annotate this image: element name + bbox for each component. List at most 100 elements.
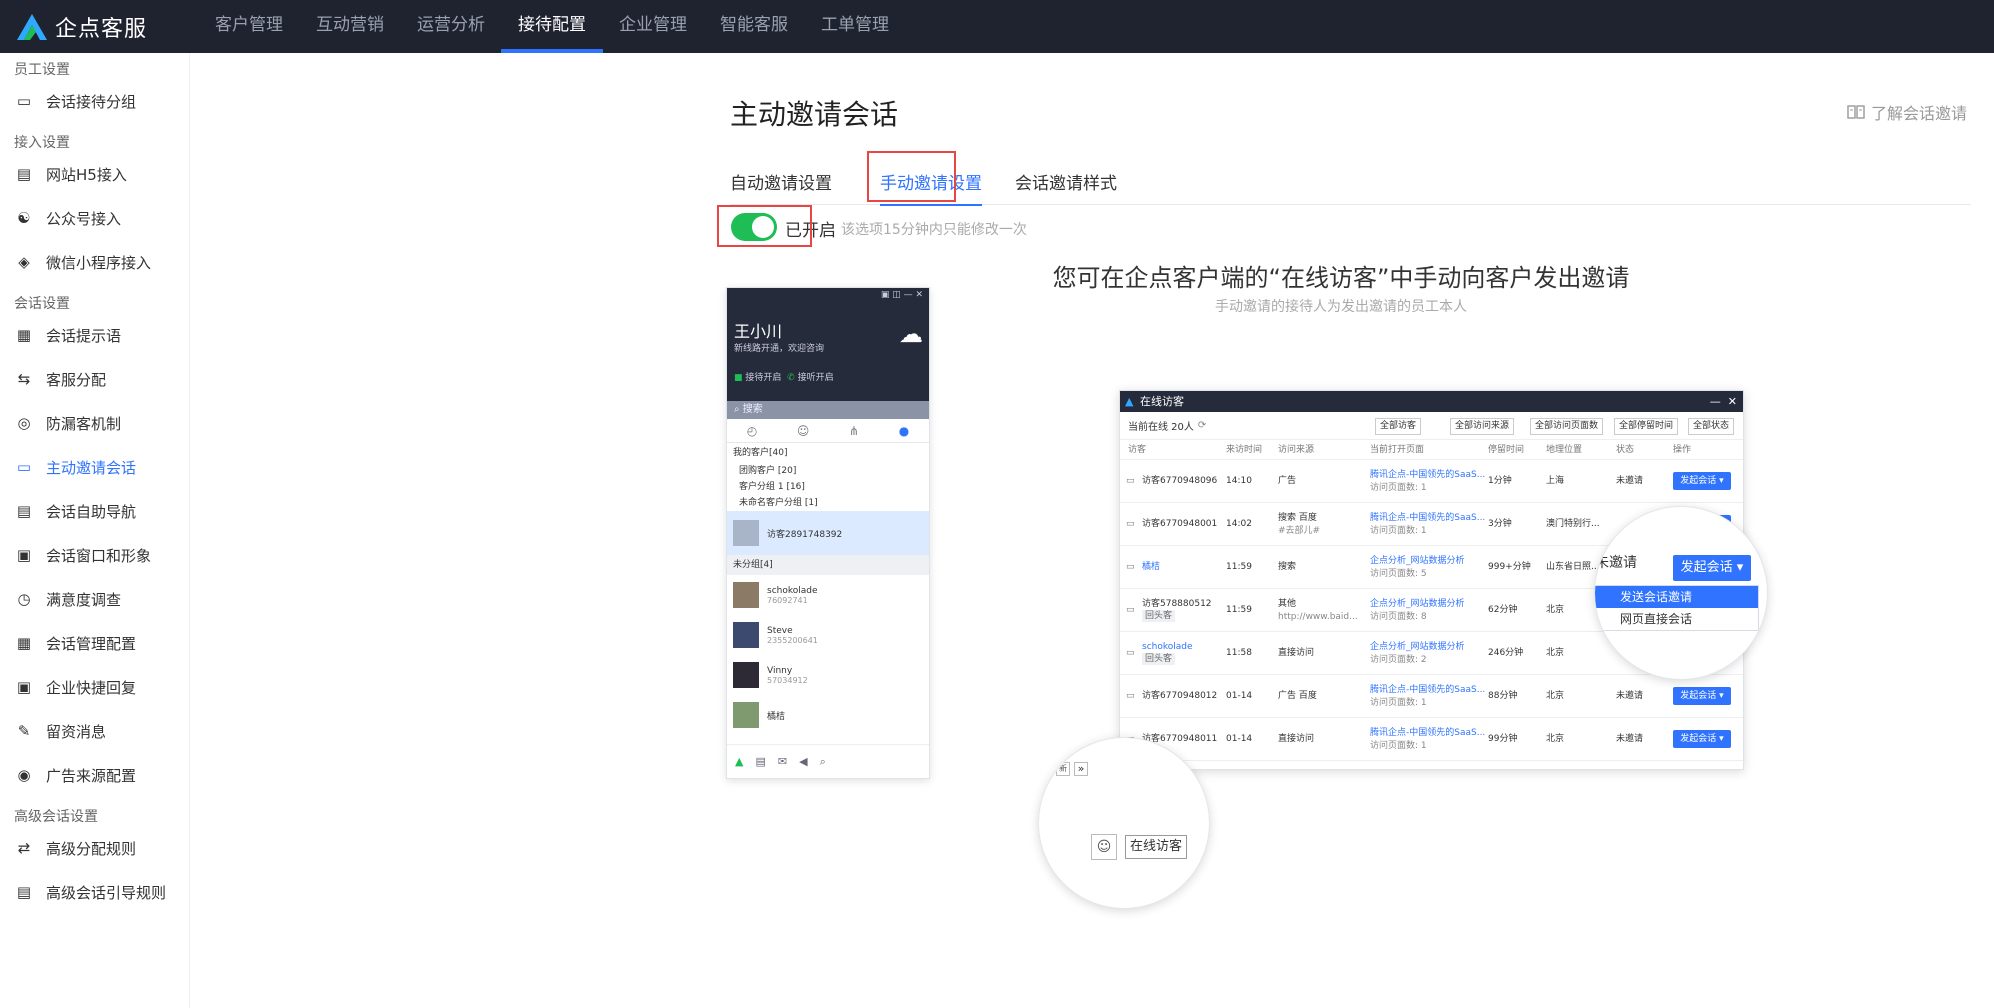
column-header: 停留时间: [1488, 445, 1525, 455]
sidebar-item[interactable]: ▣ 企业快捷回复: [0, 667, 189, 707]
sidebar-item[interactable]: ▤ 会话自助导航: [0, 491, 189, 531]
table-cell: 搜索: [1278, 562, 1297, 572]
app-logo[interactable]: 企点客服: [13, 0, 198, 53]
filter-dropdown: 全部访客: [1375, 418, 1422, 435]
table-cell: 北京: [1546, 648, 1565, 658]
table-cell: 北京: [1546, 691, 1565, 701]
client-tabs: ◴ ☺ ⋔ ●: [727, 419, 929, 443]
nav-item-6[interactable]: 工单管理: [804, 0, 906, 53]
table-cell: 北京: [1546, 605, 1565, 615]
sidebar-item[interactable]: ▤ 网站H5接入: [0, 154, 189, 194]
sidebar-item[interactable]: ▣ 会话窗口和形象: [0, 535, 189, 575]
speaker-icon: ◀: [799, 755, 808, 768]
start-conversation-button: 发起会话 ▾: [1673, 472, 1731, 490]
top-navbar: 企点客服 客户管理 互动营销 运营分析 接待配置 企业管理 智能客服 工单管理: [0, 0, 1994, 53]
nav-item-0[interactable]: 客户管理: [198, 0, 300, 53]
sidebar-item-icon: ▦: [16, 634, 32, 652]
table-cell: 访客578880512: [1142, 599, 1212, 609]
column-header: 当前打开页面: [1370, 445, 1425, 455]
table-cell: 上海: [1546, 476, 1565, 486]
table-cell: 访问页面数: 5: [1370, 569, 1427, 579]
sidebar-item[interactable]: ◉ 广告来源配置: [0, 755, 189, 795]
sidebar-item[interactable]: ✎ 留资消息: [0, 711, 189, 751]
contact-id: 2355200641: [767, 635, 818, 645]
table-cell: 未邀请: [1616, 476, 1644, 486]
table-cell: 访问页面数: 8: [1370, 612, 1427, 622]
returning-tag: 回头客: [1142, 653, 1176, 665]
dropdown-item-send-invite: 发送会话邀请: [1595, 586, 1758, 608]
feature-subline: 手动邀请的接待人为发出邀请的员工本人: [1215, 299, 1467, 315]
nav-item-2[interactable]: 运营分析: [400, 0, 502, 53]
sidebar-item[interactable]: ☯ 公众号接入: [0, 198, 189, 238]
table-cell: 未邀请: [1616, 734, 1644, 744]
dropdown-item-direct-chat: 网页直接会话: [1620, 612, 1693, 626]
sidebar-item-icon: ◎: [17, 414, 31, 432]
sidebar: 员工设置 ▭ 会话接待分组 接入设置 ▤ 网站H5接入 ☯ 公众号接入 ◈ 微信小程序接入 会话设置…: [0, 53, 190, 1008]
contact-name: Vinny: [767, 665, 793, 676]
app-logo-icon: ▲: [735, 755, 744, 768]
sidebar-section-title: 高级会话设置: [14, 809, 98, 825]
sidebar-item[interactable]: ◎ 防漏客机制: [0, 403, 189, 443]
manual-invite-toggle[interactable]: [731, 213, 777, 241]
start-conversation-button: 发起会话 ▾: [1673, 687, 1731, 705]
nav-item-5[interactable]: 智能客服: [703, 0, 805, 53]
sidebar-item-label: 微信小程序接入: [46, 253, 152, 272]
help-link-label: 了解会话邀请: [1871, 104, 1968, 123]
nav-item-3[interactable]: 接待配置: [501, 0, 603, 53]
refresh-icon: ⟳: [1197, 420, 1207, 431]
client-group: 客户分组 1 [16]: [739, 482, 805, 492]
nav-item-1[interactable]: 互动营销: [299, 0, 401, 53]
table-cell: 澳门特别行...: [1546, 519, 1600, 529]
avatar: [733, 520, 759, 546]
column-header: 地理位置: [1546, 445, 1583, 455]
tab-invite-style[interactable]: 会话邀请样式: [1015, 163, 1117, 205]
sidebar-item[interactable]: ⇄ 高级分配规则: [0, 828, 189, 868]
sidebar-item[interactable]: ▭ 主动邀请会话: [0, 447, 189, 487]
client-my-customers: 我的客户[40]: [733, 448, 788, 458]
zoom-online-visitors-entry: 新 » ☺ 在线访客: [1038, 737, 1210, 909]
sidebar-item[interactable]: ⇆ 客服分配: [0, 359, 189, 399]
zoom-status: 未邀请: [1595, 555, 1637, 571]
sidebar-item-label: 会话接待分组: [46, 92, 137, 111]
sidebar-section-title: 接入设置: [14, 135, 70, 151]
table-cell: 未邀请: [1616, 691, 1644, 701]
table-row: ▭访客677094801101-14直接访问腾讯企点-中国领先的SaaS...访…: [1120, 718, 1743, 761]
sidebar-item-icon: ▤: [16, 883, 32, 901]
sidebar-item[interactable]: ▭ 会话接待分组: [0, 81, 189, 121]
new-label: 新: [1056, 762, 1070, 776]
nav-item-4[interactable]: 企业管理: [602, 0, 704, 53]
sidebar-item-label: 广告来源配置: [46, 766, 137, 785]
client-group: 团购客户 [20]: [739, 466, 797, 476]
sidebar-item-icon: ▣: [16, 678, 32, 696]
contact-id: 57034912: [767, 675, 808, 685]
sidebar-item[interactable]: ▦ 会话提示语: [0, 315, 189, 355]
sidebar-item[interactable]: ◈ 微信小程序接入: [0, 242, 189, 282]
start-conversation-label: 发起会话: [1680, 691, 1717, 701]
column-header: 访问来源: [1278, 445, 1315, 455]
table-cell: 访客6770948001: [1142, 519, 1218, 529]
note-icon: ▤: [755, 755, 766, 768]
client-actions: ■ 接待开启 ✆ 接听开启: [734, 370, 834, 383]
visitors-filter-bar: 当前在线 20人 ⟳ 全部访客 全部访问来源 全部访问页面数 全部停留时间 全部…: [1120, 412, 1743, 440]
table-cell: 246分钟: [1488, 648, 1524, 658]
visitors-title-bar: ▲ 在线访客 — ✕: [1120, 391, 1743, 412]
sidebar-item[interactable]: ▤ 高级会话引导规则: [0, 872, 189, 912]
client-contact: Vinny 57034912: [727, 655, 929, 695]
app-logo-icon: [17, 13, 47, 40]
sidebar-item[interactable]: ◷ 满意度调查: [0, 579, 189, 619]
filter-dropdown: 全部访问来源: [1450, 418, 1515, 435]
toggle-hint: 该选项15分钟内只能修改一次: [841, 222, 1027, 238]
avatar: [733, 582, 759, 608]
chat-icon: ■: [734, 373, 743, 383]
tab-auto-invite[interactable]: 自动邀请设置: [730, 163, 832, 205]
filter-dropdown: 全部停留时间: [1614, 418, 1679, 435]
sidebar-item-icon: ⇄: [17, 839, 31, 857]
sidebar-item-icon: ◉: [17, 766, 31, 784]
sidebar-item[interactable]: ▦ 会话管理配置: [0, 623, 189, 663]
mail-icon: ✉: [777, 755, 788, 768]
search-icon: ⌕: [734, 404, 740, 415]
tab-manual-invite[interactable]: 手动邀请设置: [874, 163, 988, 206]
main-nav: 客户管理 互动营销 运营分析 接待配置 企业管理 智能客服 工单管理: [198, 0, 905, 53]
help-link[interactable]: 了解会话邀请: [1847, 100, 1967, 124]
returning-tag: 回头客: [1142, 610, 1176, 622]
